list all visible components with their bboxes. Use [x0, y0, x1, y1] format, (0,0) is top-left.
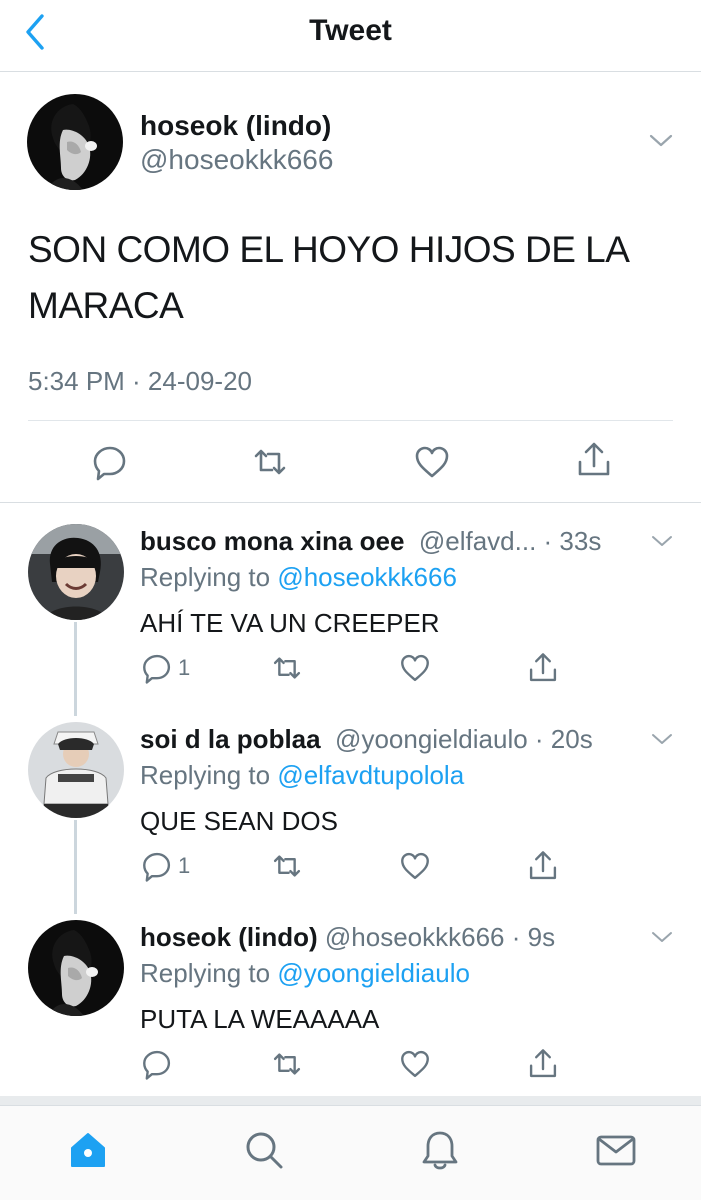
tweet-text: SON COMO EL HOYO HIJOS DE LA MARACA	[28, 229, 628, 326]
chevron-down-icon	[652, 536, 672, 546]
tweet-actions	[0, 432, 701, 492]
bottom-tab-bar	[0, 1106, 701, 1200]
reply-time: · 9s	[511, 922, 556, 952]
avatar-photo	[28, 524, 124, 620]
reply-icon	[143, 654, 171, 684]
share-button[interactable]	[526, 650, 560, 686]
reply-header: soi d la poblaa @yoongieldiaulo · 20s	[140, 724, 593, 755]
reply-icon	[143, 852, 171, 882]
home-icon	[71, 1133, 105, 1167]
like-button[interactable]	[412, 442, 452, 482]
like-button[interactable]	[398, 1046, 432, 1082]
like-icon	[401, 1050, 429, 1078]
display-name[interactable]: hoseok (lindo)	[140, 922, 318, 952]
reply-tweet[interactable]: hoseok (lindo) @hoseokkk666 · 9s Replyin…	[0, 900, 701, 1098]
tweet-timestamp[interactable]: 5:34 PM · 24-09-20	[28, 366, 252, 397]
replying-to-link[interactable]: @elfavdtupololа	[277, 760, 464, 790]
avatar[interactable]	[28, 722, 124, 818]
retweet-icon	[273, 855, 301, 877]
reply-time: · 20s	[534, 724, 593, 754]
top-bar: Tweet	[0, 0, 701, 72]
retweet-icon	[254, 449, 286, 475]
retweet-icon	[273, 1053, 301, 1075]
chevron-down-icon	[652, 932, 672, 942]
notifications-icon	[422, 1131, 458, 1170]
tweet-text: AHÍ TE VA UN CREEPER	[140, 608, 440, 638]
page-title: Tweet	[309, 14, 392, 47]
like-icon	[415, 446, 449, 478]
tweet-menu-button[interactable]	[650, 928, 674, 946]
retweet-button[interactable]	[250, 442, 290, 482]
replying-prefix: Replying to	[140, 562, 278, 592]
replying-prefix: Replying to	[140, 760, 278, 790]
reply-button[interactable]: 1	[140, 650, 190, 686]
reply-icon	[93, 446, 126, 481]
user-handle[interactable]: @yoongieldiaulo	[335, 724, 528, 754]
tweet-text: PUTA LA WEAAAAA	[140, 1004, 380, 1034]
replying-to-link[interactable]: @yoongieldiaulo	[277, 958, 470, 988]
share-button[interactable]	[574, 440, 614, 480]
chevron-down-icon	[649, 134, 673, 147]
tweet-text: QUE SEAN DOS	[140, 806, 338, 836]
retweet-button[interactable]	[270, 1046, 304, 1082]
reply-header: hoseok (lindo) @hoseokkk666 · 9s	[140, 922, 555, 953]
tab-search[interactable]	[242, 1128, 286, 1172]
reply-count: 1	[178, 853, 191, 878]
tweet-menu-button[interactable]	[648, 130, 674, 150]
avatar[interactable]	[28, 920, 124, 1016]
reply-time: · 33s	[543, 526, 602, 556]
user-handle[interactable]: @elfavd...	[419, 526, 536, 556]
replying-to-link[interactable]: @hoseokkk666	[277, 562, 457, 592]
tweet-menu-button[interactable]	[650, 730, 674, 748]
avatar-photo	[28, 722, 124, 818]
display-name[interactable]: soi d la poblaa	[140, 724, 321, 754]
reply-icon	[143, 1050, 171, 1080]
replying-to: Replying to @elfavdtupololа	[140, 760, 464, 791]
tweet-actions: 1	[0, 848, 701, 892]
like-button[interactable]	[398, 650, 432, 686]
user-handle[interactable]: @hoseokkk666	[140, 144, 333, 176]
retweet-icon	[273, 657, 301, 679]
messages-icon	[596, 1135, 636, 1166]
retweet-button[interactable]	[270, 650, 304, 686]
divider	[0, 502, 701, 503]
tab-messages[interactable]	[594, 1128, 638, 1172]
reply-tweet[interactable]: soi d la poblaa @yoongieldiaulo · 20s Re…	[0, 702, 701, 900]
avatar-photo	[27, 94, 123, 190]
like-icon	[401, 654, 429, 682]
reply-tweet[interactable]: busco mona xina oee @elfavd... · 33s Rep…	[0, 504, 701, 702]
reply-header: busco mona xina oee @elfavd... · 33s	[140, 526, 601, 557]
reply-button[interactable]	[140, 1046, 178, 1082]
replying-to: Replying to @yoongieldiaulo	[140, 958, 470, 989]
search-icon	[246, 1132, 283, 1169]
reply-button[interactable]	[90, 442, 130, 482]
like-button[interactable]	[398, 848, 432, 884]
share-icon	[529, 851, 557, 880]
tab-notifications[interactable]	[418, 1128, 462, 1172]
like-icon	[401, 852, 429, 880]
replying-prefix: Replying to	[140, 958, 278, 988]
divider	[28, 420, 673, 421]
reply-button[interactable]: 1	[140, 848, 190, 884]
display-name[interactable]: busco mona xina oee	[140, 526, 404, 556]
display-name[interactable]: hoseok (lindo)	[140, 110, 331, 142]
share-icon	[529, 653, 557, 682]
share-icon	[529, 1049, 557, 1078]
avatar[interactable]	[27, 94, 123, 190]
avatar-photo	[28, 920, 124, 1016]
share-button[interactable]	[526, 848, 560, 884]
chevron-down-icon	[652, 734, 672, 744]
tweet-menu-button[interactable]	[650, 532, 674, 550]
user-handle[interactable]: @hoseokkk666	[325, 922, 505, 952]
divider	[0, 1096, 701, 1106]
reply-count: 1	[178, 655, 191, 680]
tweet-actions: 1	[0, 650, 701, 694]
tweet-actions	[0, 1046, 701, 1090]
avatar[interactable]	[28, 524, 124, 620]
share-button[interactable]	[526, 1046, 560, 1082]
replying-to: Replying to @hoseokkk666	[140, 562, 457, 593]
tab-home[interactable]	[66, 1128, 110, 1172]
retweet-button[interactable]	[270, 848, 304, 884]
share-icon	[578, 442, 610, 476]
